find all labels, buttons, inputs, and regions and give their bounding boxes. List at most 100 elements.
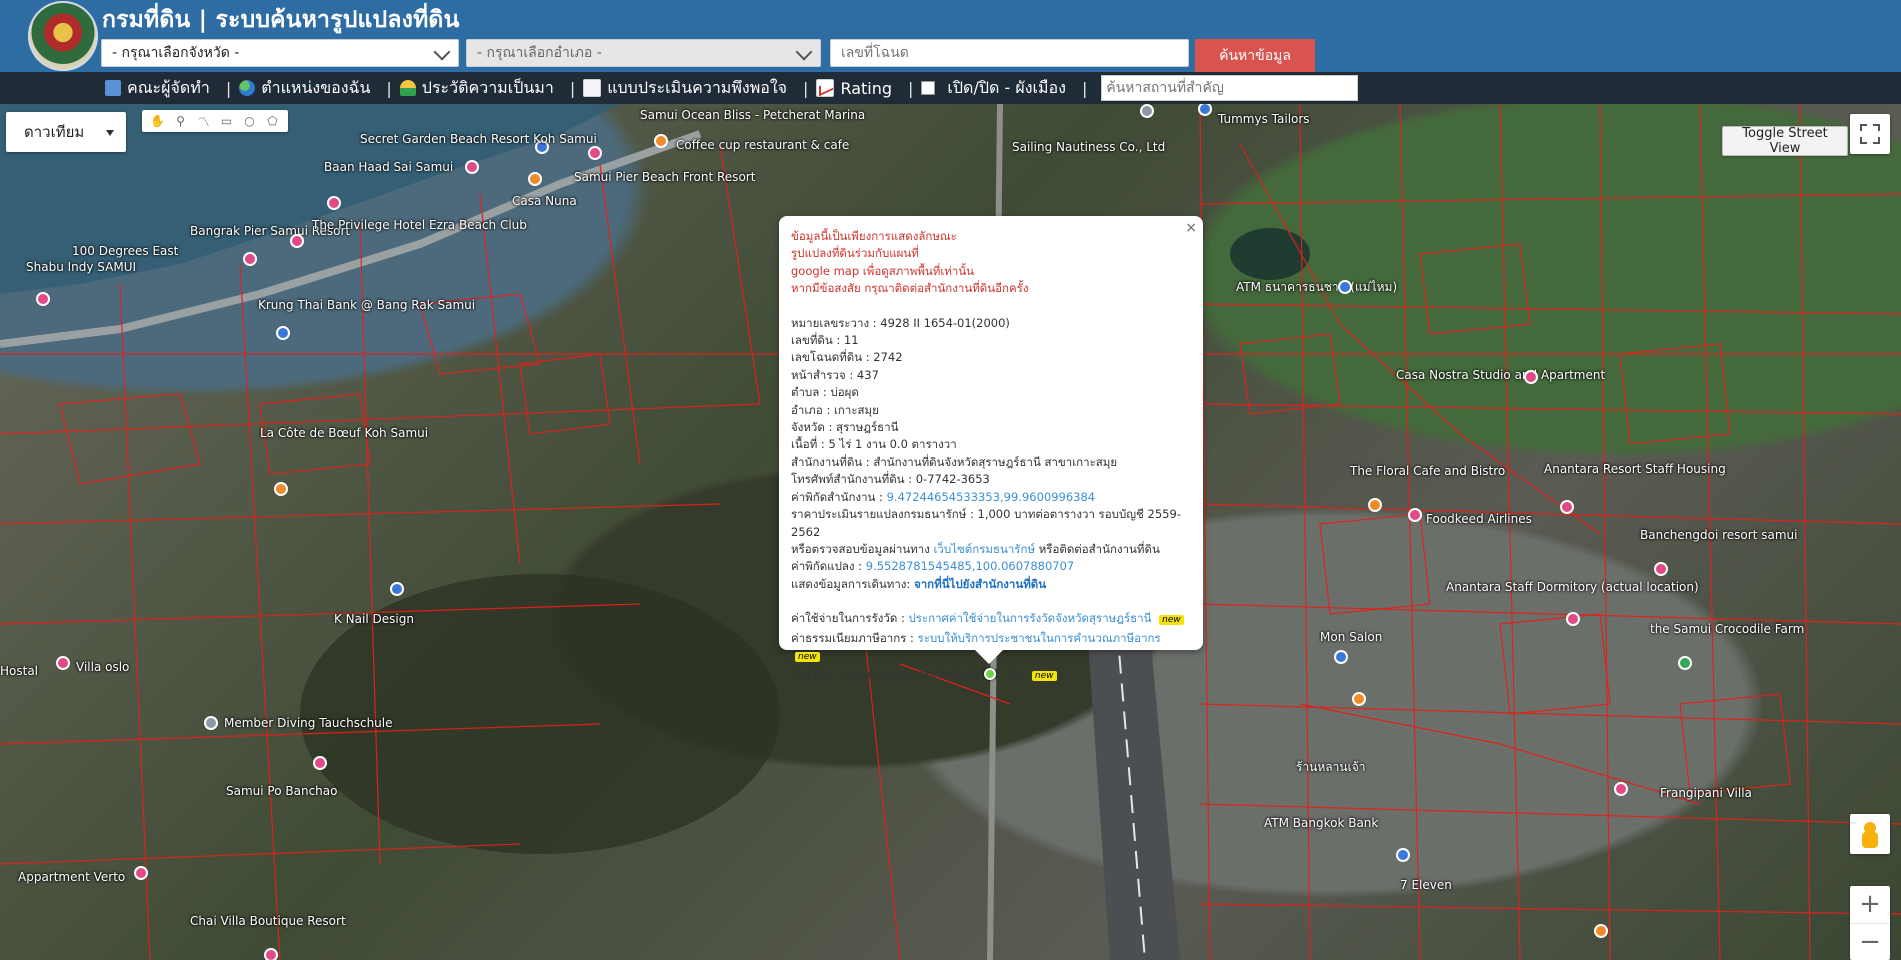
map-pin-icon[interactable] bbox=[1338, 280, 1352, 294]
poi-label[interactable]: Frangipani Villa bbox=[1660, 786, 1752, 800]
map-type-select[interactable]: ดาวเทียม bbox=[6, 112, 126, 152]
marker-icon[interactable]: ⚲ bbox=[174, 114, 188, 128]
poi-label[interactable]: Sailing Nautiness Co., Ltd bbox=[1012, 140, 1165, 154]
map-pin-icon[interactable] bbox=[1352, 692, 1366, 706]
poi-label[interactable]: the Samui Crocodile Farm bbox=[1650, 622, 1804, 636]
map-pin-icon[interactable] bbox=[1678, 656, 1692, 670]
map-pin-icon[interactable] bbox=[1566, 612, 1580, 626]
search-button[interactable]: ค้นหาข้อมูล bbox=[1195, 39, 1315, 72]
poi-label[interactable]: Mon Salon bbox=[1320, 630, 1382, 644]
zoom-in-button[interactable]: + bbox=[1850, 886, 1890, 923]
poi-label[interactable]: Banchengdoi resort samui bbox=[1640, 528, 1797, 542]
poi-label[interactable]: Appartment Verto bbox=[18, 870, 125, 884]
map-pin-icon[interactable] bbox=[1614, 782, 1628, 796]
map-pin-icon[interactable] bbox=[204, 716, 218, 730]
poi-label[interactable]: Anantara Resort Staff Housing bbox=[1544, 462, 1726, 476]
map-pin-icon[interactable] bbox=[264, 948, 278, 960]
new-badge: new bbox=[1031, 671, 1057, 682]
treasury-website-link[interactable]: เว็บไซต์กรมธนารักษ์ bbox=[934, 542, 1036, 556]
survey-fee-row: ค่าใช้จ่ายในการรังวัด : ประกาศค่าใช้จ่าย… bbox=[791, 610, 1191, 629]
district-select[interactable]: - กรุณาเลือกอำเภอ - bbox=[466, 39, 821, 67]
map-pin-icon[interactable] bbox=[1408, 508, 1422, 522]
poi-label[interactable]: Chai Villa Boutique Resort bbox=[190, 914, 346, 928]
map-pin-icon[interactable] bbox=[1524, 370, 1538, 384]
poi-label[interactable]: Casa Nuna bbox=[512, 194, 577, 208]
caret-down-icon bbox=[106, 130, 114, 136]
hand-icon[interactable]: ✋ bbox=[150, 114, 165, 128]
map-pin-icon[interactable] bbox=[465, 160, 479, 174]
deed-number-input[interactable] bbox=[830, 39, 1189, 67]
map-pin-icon[interactable] bbox=[588, 146, 602, 160]
poi-label[interactable]: Casa Nostra Studio and Apartment bbox=[1396, 368, 1605, 382]
poi-label[interactable]: 7 Eleven bbox=[1400, 878, 1452, 892]
map-pin-icon[interactable] bbox=[243, 252, 257, 266]
map-pin-icon[interactable] bbox=[290, 234, 304, 248]
close-icon[interactable]: × bbox=[1185, 220, 1197, 237]
nav-item-rating[interactable]: Rating bbox=[816, 79, 892, 98]
city-plan-toggle[interactable]: เปิด/ปิด - ผังเมือง bbox=[921, 76, 1066, 101]
poi-label[interactable]: Foodkeed Airlines bbox=[1426, 512, 1532, 526]
poi-label[interactable]: Tummys Tailors bbox=[1218, 112, 1310, 126]
parcel-coords-link[interactable]: 9.5528781545485,100.0607880707 bbox=[866, 559, 1075, 573]
nav-item-my-location[interactable]: ตำแหน่งของฉัน bbox=[239, 76, 370, 101]
city-plan-checkbox[interactable] bbox=[921, 81, 936, 95]
poi-label[interactable]: Member Diving Tauchschule bbox=[224, 716, 393, 730]
map-pin-icon[interactable] bbox=[528, 172, 542, 186]
map-pin-icon[interactable] bbox=[274, 482, 288, 496]
office-coords-link[interactable]: 9.47244654533353,99.9600996384 bbox=[887, 490, 1096, 504]
poi-label[interactable]: Secret Garden Beach Resort Koh Samui bbox=[360, 132, 597, 146]
nav-item-team[interactable]: คณะผู้จัดทำ bbox=[105, 76, 210, 101]
poi-label[interactable]: ร้านหลานเจ้า bbox=[1296, 758, 1365, 777]
map-pin-icon[interactable] bbox=[654, 134, 668, 148]
poi-label[interactable]: K Nail Design bbox=[334, 612, 414, 626]
map-pin-icon[interactable] bbox=[1654, 562, 1668, 576]
map-pin-icon[interactable] bbox=[1560, 500, 1574, 514]
poi-label[interactable]: The Privilege Hotel Ezra Beach Club bbox=[312, 218, 527, 232]
map-pin-icon[interactable] bbox=[1140, 104, 1154, 118]
poi-label[interactable]: Samui Ocean Bliss - Petcherat Marina bbox=[640, 108, 865, 122]
poi-label[interactable]: Samui Po Banchao bbox=[226, 784, 337, 798]
map-pin-icon[interactable] bbox=[1594, 924, 1608, 938]
rectangle-icon[interactable]: ▭ bbox=[220, 114, 234, 128]
map-pin-icon[interactable] bbox=[276, 326, 290, 340]
nav-item-survey[interactable]: แบบประเมินความพึงพอใจ bbox=[583, 76, 787, 101]
map-pin-icon[interactable] bbox=[134, 866, 148, 880]
province-select[interactable]: - กรุณาเลือกจังหวัด - bbox=[101, 39, 459, 67]
map-pin-icon[interactable] bbox=[1334, 650, 1348, 664]
poi-label[interactable]: Shabu Indy SAMUI bbox=[26, 260, 136, 274]
chevron-down-icon bbox=[795, 43, 813, 61]
poi-label[interactable]: Krung Thai Bank @ Bang Rak Samui bbox=[258, 298, 475, 312]
map-pin-icon[interactable] bbox=[1368, 498, 1382, 512]
poi-label[interactable]: Villa oslo bbox=[76, 660, 129, 674]
place-search-input[interactable] bbox=[1101, 75, 1359, 101]
poi-label[interactable]: ATM Bangkok Bank bbox=[1264, 816, 1378, 830]
poi-label[interactable]: ATM ธนาคารธนชาต (แม่ไหม) bbox=[1236, 278, 1397, 297]
map-pin-icon[interactable] bbox=[327, 196, 341, 210]
circle-icon[interactable]: ○ bbox=[243, 114, 257, 128]
map-pin-icon[interactable] bbox=[313, 756, 327, 770]
poi-label[interactable]: Anantara Staff Dormitory (actual locatio… bbox=[1446, 580, 1699, 594]
map-pin-icon[interactable] bbox=[1396, 848, 1410, 862]
parcel-marker-icon[interactable] bbox=[984, 668, 996, 680]
poi-label[interactable]: Hostal bbox=[0, 664, 38, 678]
toggle-street-view-button[interactable]: Toggle Street View bbox=[1722, 126, 1848, 156]
poi-label[interactable]: La Côte de Bœuf Koh Samui bbox=[260, 426, 428, 440]
poi-label[interactable]: Baan Haad Sai Samui bbox=[324, 160, 453, 174]
poi-label[interactable]: Coffee cup restaurant & cafe bbox=[676, 138, 849, 152]
survey-fee-link[interactable]: ประกาศค่าใช้จ่ายในการรังวัดจังหวัดสุราษฎ… bbox=[908, 611, 1151, 625]
polygon-icon[interactable]: ⬠ bbox=[266, 114, 280, 128]
fullscreen-icon[interactable] bbox=[1850, 114, 1890, 154]
map-pin-icon[interactable] bbox=[36, 292, 50, 306]
warning-line: หากมีข้อสงสัย กรุณาติดต่อสำนักงานที่ดินอ… bbox=[791, 281, 1029, 296]
map-pin-icon[interactable] bbox=[390, 582, 404, 596]
polyline-icon[interactable]: 〽 bbox=[197, 114, 211, 129]
tax-fee-link[interactable]: ระบบให้บริการประชาชนในการคำนวณภาษีอากร bbox=[918, 631, 1161, 645]
zoom-out-button[interactable]: − bbox=[1850, 922, 1890, 960]
poi-label[interactable]: Samui Pier Beach Front Resort bbox=[574, 170, 755, 184]
pegman-icon[interactable] bbox=[1850, 814, 1890, 854]
route-link[interactable]: จากที่นี่ไปยังสำนักงานที่ดิน bbox=[914, 577, 1046, 591]
map-pin-icon[interactable] bbox=[56, 656, 70, 670]
poi-label[interactable]: The Floral Cafe and Bistro bbox=[1350, 464, 1505, 478]
nav-item-history[interactable]: ประวัติความเป็นมา bbox=[399, 76, 554, 101]
poi-label[interactable]: 100 Degrees East bbox=[72, 244, 178, 258]
